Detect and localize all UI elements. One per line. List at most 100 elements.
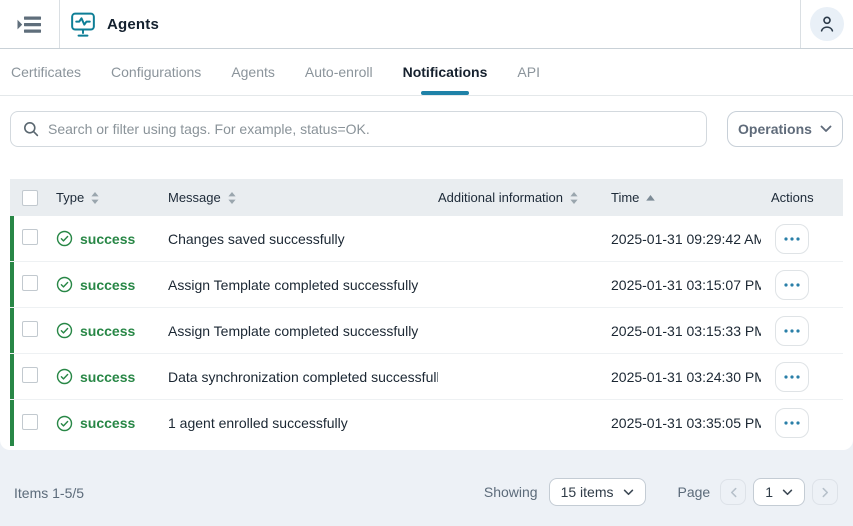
check-circle-icon bbox=[56, 415, 73, 432]
chevron-right-icon bbox=[822, 487, 829, 498]
row-actions-button[interactable] bbox=[775, 270, 809, 300]
next-page-button[interactable] bbox=[812, 479, 838, 505]
notifications-table: Type Message Additional information Time bbox=[10, 179, 843, 446]
pagination-controls: Showing 15 items Page 1 bbox=[484, 478, 838, 506]
column-header-message[interactable]: Message bbox=[168, 190, 438, 205]
topbar-right bbox=[800, 0, 853, 48]
type-label: success bbox=[80, 369, 135, 385]
ellipsis-icon bbox=[784, 237, 800, 241]
column-label-time: Time bbox=[611, 190, 639, 205]
sort-ascending-icon bbox=[646, 195, 655, 201]
status-badge: success bbox=[56, 415, 168, 432]
table-row: success Data synchronization completed s… bbox=[10, 354, 843, 400]
sidebar-toggle-button[interactable] bbox=[0, 0, 60, 48]
page-size-select[interactable]: 15 items bbox=[549, 478, 646, 506]
status-badge: success bbox=[56, 322, 168, 339]
row-actions-button[interactable] bbox=[775, 408, 809, 438]
showing-label: Showing bbox=[484, 484, 538, 500]
agents-monitor-icon bbox=[69, 11, 97, 38]
page-label: Page bbox=[678, 484, 711, 500]
chevron-down-icon bbox=[782, 489, 793, 496]
page-size-value: 15 items bbox=[561, 484, 614, 500]
operations-button[interactable]: Operations bbox=[727, 111, 843, 147]
type-label: success bbox=[80, 231, 135, 247]
message-cell: Assign Template completed successfully bbox=[168, 323, 438, 339]
check-circle-icon bbox=[56, 322, 73, 339]
row-checkbox[interactable] bbox=[22, 229, 38, 245]
status-badge: success bbox=[56, 276, 168, 293]
page-number-value: 1 bbox=[765, 484, 773, 500]
status-badge: success bbox=[56, 368, 168, 385]
table-row: success Changes saved successfully 2025-… bbox=[10, 216, 843, 262]
row-actions-button[interactable] bbox=[775, 362, 809, 392]
row-actions-button[interactable] bbox=[775, 316, 809, 346]
tab-certificates[interactable]: Certificates bbox=[10, 49, 82, 95]
type-label: success bbox=[80, 277, 135, 293]
check-circle-icon bbox=[56, 276, 73, 293]
tab-agents[interactable]: Agents bbox=[230, 49, 276, 95]
column-label-additional-information: Additional information bbox=[438, 190, 563, 205]
topbar: Agents bbox=[0, 0, 853, 49]
pagination-footer: Items 1-5/5 Showing 15 items Page 1 bbox=[0, 450, 853, 518]
tab-auto-enroll[interactable]: Auto-enroll bbox=[304, 49, 374, 95]
row-checkbox[interactable] bbox=[22, 367, 38, 383]
tab-api[interactable]: API bbox=[516, 49, 541, 95]
column-label-type: Type bbox=[56, 190, 84, 205]
time-cell: 2025-01-31 09:29:42 AM bbox=[611, 231, 761, 247]
items-summary: Items 1-5/5 bbox=[14, 485, 84, 506]
tab-notifications[interactable]: Notifications bbox=[402, 49, 489, 95]
message-cell: 1 agent enrolled successfully bbox=[168, 415, 438, 431]
row-status-accent bbox=[10, 354, 14, 399]
type-label: success bbox=[80, 415, 135, 431]
previous-page-button[interactable] bbox=[720, 479, 746, 505]
page-number-select[interactable]: 1 bbox=[753, 478, 805, 506]
content-panel: Agents Certificates Configurations Agent… bbox=[0, 0, 853, 450]
table-row: success Assign Template completed succes… bbox=[10, 308, 843, 354]
row-actions-button[interactable] bbox=[775, 224, 809, 254]
title-wrap: Agents bbox=[60, 0, 159, 48]
time-cell: 2025-01-31 03:15:33 PM bbox=[611, 323, 761, 339]
row-checkbox[interactable] bbox=[22, 275, 38, 291]
chevron-left-icon bbox=[730, 487, 737, 498]
table-header: Type Message Additional information Time bbox=[10, 179, 843, 216]
type-label: success bbox=[80, 323, 135, 339]
column-header-type[interactable]: Type bbox=[56, 190, 168, 205]
time-cell: 2025-01-31 03:35:05 PM bbox=[611, 415, 761, 431]
user-icon bbox=[817, 14, 837, 34]
status-badge: success bbox=[56, 230, 168, 247]
ellipsis-icon bbox=[784, 329, 800, 333]
chevron-down-icon bbox=[623, 489, 634, 496]
ellipsis-icon bbox=[784, 421, 800, 425]
sort-icon bbox=[228, 192, 236, 204]
tab-configurations[interactable]: Configurations bbox=[110, 49, 202, 95]
operations-label: Operations bbox=[738, 121, 812, 137]
column-header-additional-information[interactable]: Additional information bbox=[438, 190, 611, 205]
sort-icon bbox=[570, 192, 578, 204]
search-icon bbox=[23, 121, 39, 137]
row-status-accent bbox=[10, 262, 14, 307]
table-body: success Changes saved successfully 2025-… bbox=[10, 216, 843, 446]
message-cell: Data synchronization completed successfu… bbox=[168, 369, 438, 385]
row-checkbox[interactable] bbox=[22, 414, 38, 430]
check-circle-icon bbox=[56, 368, 73, 385]
page-title: Agents bbox=[107, 16, 159, 33]
table-row: success 1 agent enrolled successfully 20… bbox=[10, 400, 843, 446]
ellipsis-icon bbox=[784, 283, 800, 287]
toolbar: Operations bbox=[0, 96, 853, 179]
column-label-message: Message bbox=[168, 190, 221, 205]
search-box bbox=[10, 111, 707, 147]
user-avatar-button[interactable] bbox=[810, 7, 844, 41]
row-checkbox[interactable] bbox=[22, 321, 38, 337]
select-all-checkbox[interactable] bbox=[22, 190, 38, 206]
time-cell: 2025-01-31 03:24:30 PM bbox=[611, 369, 761, 385]
ellipsis-icon bbox=[784, 375, 800, 379]
sort-icon bbox=[91, 192, 99, 204]
search-input[interactable] bbox=[48, 121, 694, 137]
row-status-accent bbox=[10, 400, 14, 446]
menu-unfold-icon bbox=[16, 13, 43, 36]
column-header-time[interactable]: Time bbox=[611, 190, 761, 205]
tabbar: Certificates Configurations Agents Auto-… bbox=[0, 49, 853, 96]
chevron-down-icon bbox=[820, 125, 832, 133]
table-row: success Assign Template completed succes… bbox=[10, 262, 843, 308]
message-cell: Changes saved successfully bbox=[168, 231, 438, 247]
